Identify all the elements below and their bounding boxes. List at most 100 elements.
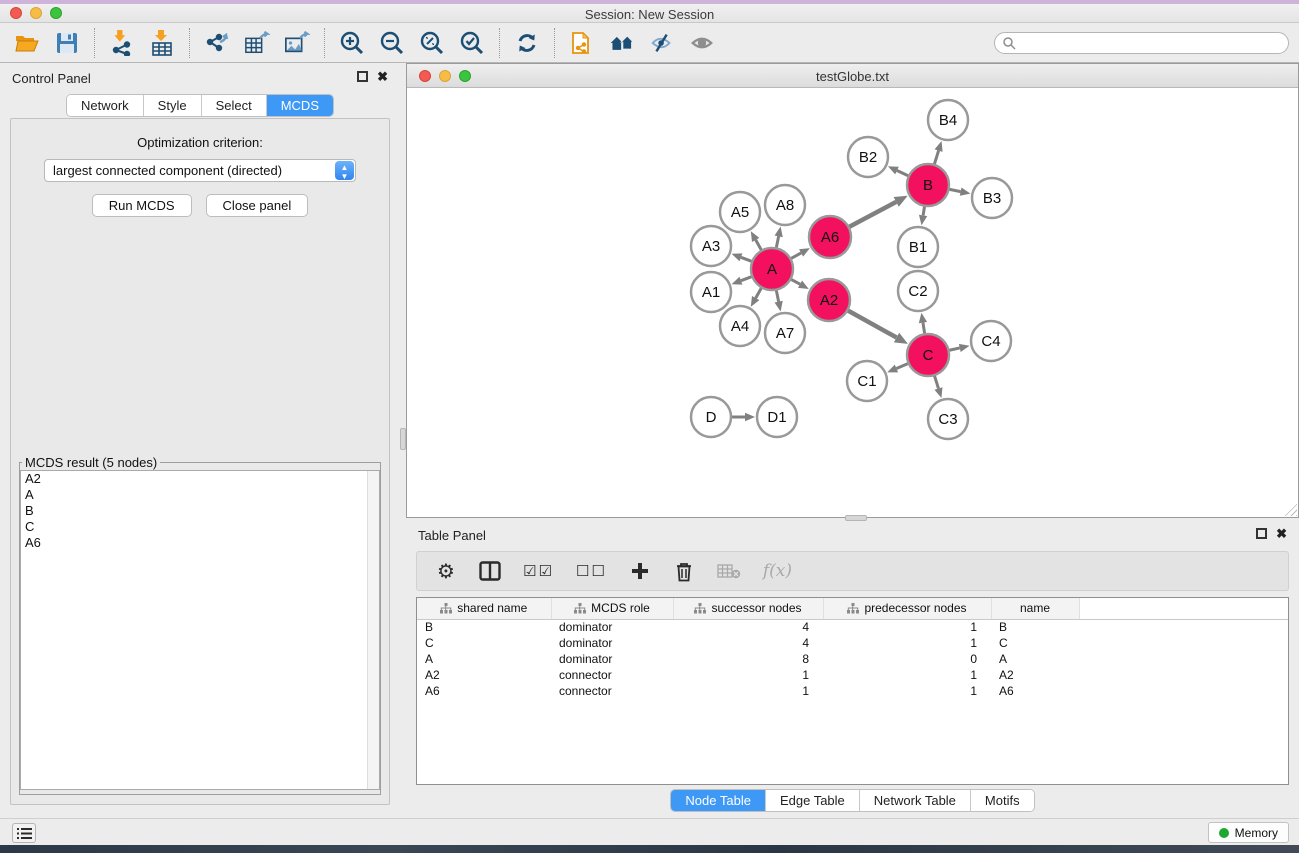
control-panel-title: Control Panel xyxy=(12,71,91,86)
table-cell[interactable]: A2 xyxy=(417,667,551,683)
table-cell[interactable]: 1 xyxy=(823,619,991,635)
column-header-shared-name[interactable]: shared name xyxy=(417,598,551,619)
function-builder-icon[interactable]: f(x) xyxy=(763,559,792,583)
tab-node-table[interactable]: Node Table xyxy=(671,790,766,811)
import-network-icon[interactable] xyxy=(109,30,135,56)
table-row[interactable]: Cdominator41C xyxy=(417,635,1288,651)
table-cell[interactable]: C xyxy=(991,635,1079,651)
refresh-icon[interactable] xyxy=(514,30,540,56)
result-item[interactable]: A2 xyxy=(21,471,379,487)
tab-network-table[interactable]: Network Table xyxy=(860,790,971,811)
show-columns-icon[interactable] xyxy=(479,559,501,583)
table-cell[interactable]: 4 xyxy=(673,619,823,635)
table-cell[interactable]: connector xyxy=(551,667,673,683)
node-label: A4 xyxy=(731,318,749,335)
delete-table-icon[interactable] xyxy=(717,559,741,583)
tab-select[interactable]: Select xyxy=(202,95,267,116)
close-panel-icon[interactable]: ✖ xyxy=(377,69,388,85)
table-row[interactable]: Adominator80A xyxy=(417,651,1288,667)
network-canvas[interactable]: B4B2BB3A5A8A6A3AB1A1C2A2A4A7CC4C1C3DD1 xyxy=(407,88,1298,517)
tab-edge-table[interactable]: Edge Table xyxy=(766,790,860,811)
table-cell[interactable]: A xyxy=(991,651,1079,667)
column-header-MCDS-role[interactable]: MCDS role xyxy=(551,598,673,619)
tab-mcds[interactable]: MCDS xyxy=(267,95,333,116)
table-cell[interactable]: A6 xyxy=(417,683,551,699)
tab-style[interactable]: Style xyxy=(144,95,202,116)
add-column-icon[interactable] xyxy=(629,559,651,583)
search-input[interactable] xyxy=(994,32,1289,54)
column-header-successor-nodes[interactable]: successor nodes xyxy=(673,598,823,619)
edge-A6-B[interactable] xyxy=(847,202,896,228)
table-cell[interactable]: B xyxy=(417,619,551,635)
zoom-in-icon[interactable] xyxy=(339,30,365,56)
table-cell[interactable]: A xyxy=(417,651,551,667)
edge-A2-C[interactable] xyxy=(846,309,897,337)
table-row[interactable]: A2connector11A2 xyxy=(417,667,1288,683)
table-panel-title: Table Panel xyxy=(418,528,486,543)
show-graphics-details-icon[interactable] xyxy=(689,30,715,56)
table-options-gear-icon[interactable]: ⚙ xyxy=(435,559,457,583)
float-panel-icon[interactable] xyxy=(357,71,368,82)
deselect-all-checks-icon[interactable]: ☐☐ xyxy=(576,559,607,583)
close-table-panel-icon[interactable]: ✖ xyxy=(1276,526,1287,542)
network-window-titlebar: testGlobe.txt xyxy=(407,64,1298,88)
float-table-panel-icon[interactable] xyxy=(1256,528,1267,539)
column-label: predecessor nodes xyxy=(864,601,966,615)
table-cell[interactable]: 8 xyxy=(673,651,823,667)
delete-columns-trash-icon[interactable] xyxy=(673,559,695,583)
table-cell[interactable]: 0 xyxy=(823,651,991,667)
zoom-out-icon[interactable] xyxy=(379,30,405,56)
result-scrollbar[interactable] xyxy=(367,471,379,789)
tab-network[interactable]: Network xyxy=(67,95,144,116)
node-table[interactable]: shared nameMCDS rolesuccessor nodes prede… xyxy=(416,597,1289,785)
table-row[interactable]: A6connector11A6 xyxy=(417,683,1288,699)
node-label: B4 xyxy=(939,112,957,129)
run-mcds-button[interactable]: Run MCDS xyxy=(92,194,192,217)
tab-motifs[interactable]: Motifs xyxy=(971,790,1034,811)
memory-button[interactable]: Memory xyxy=(1208,822,1289,843)
mcds-panel: Optimization criterion: largest connecte… xyxy=(10,118,390,805)
table-cell[interactable]: 1 xyxy=(673,667,823,683)
criterion-select[interactable]: largest connected component (directed) ▲… xyxy=(44,159,356,182)
node-label: A3 xyxy=(702,238,720,255)
search-icon xyxy=(1002,36,1016,55)
close-panel-button[interactable]: Close panel xyxy=(206,194,309,217)
table-cell[interactable]: A2 xyxy=(991,667,1079,683)
table-cell[interactable]: 1 xyxy=(673,683,823,699)
table-cell[interactable]: dominator xyxy=(551,619,673,635)
table-cell[interactable]: connector xyxy=(551,683,673,699)
import-table-icon[interactable] xyxy=(149,30,175,56)
table-cell[interactable]: 4 xyxy=(673,635,823,651)
table-cell[interactable]: 1 xyxy=(823,667,991,683)
chevron-updown-icon: ▲▼ xyxy=(335,161,354,180)
export-table-icon[interactable] xyxy=(244,30,270,56)
hide-graphics-details-icon[interactable] xyxy=(649,30,675,56)
new-network-icon[interactable] xyxy=(569,30,595,56)
table-cell[interactable]: A6 xyxy=(991,683,1079,699)
table-cell[interactable]: dominator xyxy=(551,651,673,667)
zoom-selected-icon[interactable] xyxy=(459,30,485,56)
column-header-predecessor-nodes[interactable]: predecessor nodes xyxy=(823,598,991,619)
table-cell[interactable]: dominator xyxy=(551,635,673,651)
export-image-icon[interactable] xyxy=(284,30,310,56)
task-history-icon[interactable] xyxy=(12,823,36,843)
arrowhead-icon xyxy=(775,227,783,238)
table-cell[interactable]: C xyxy=(417,635,551,651)
export-network-icon[interactable] xyxy=(204,30,230,56)
table-cell[interactable]: B xyxy=(991,619,1079,635)
zoom-fit-icon[interactable] xyxy=(419,30,445,56)
result-item[interactable]: B xyxy=(21,503,379,519)
table-cell[interactable]: 1 xyxy=(823,683,991,699)
table-cell[interactable]: 1 xyxy=(823,635,991,651)
result-item[interactable]: A6 xyxy=(21,535,379,551)
save-session-icon[interactable] xyxy=(54,30,80,56)
result-item[interactable]: C xyxy=(21,519,379,535)
home-icon[interactable] xyxy=(609,30,635,56)
select-all-checks-icon[interactable]: ☑☑ xyxy=(523,559,554,583)
mcds-result-list: A2ABCA6 xyxy=(20,470,380,790)
result-item[interactable]: A xyxy=(21,487,379,503)
table-row[interactable]: Bdominator41B xyxy=(417,619,1288,635)
column-header-name[interactable]: name xyxy=(991,598,1079,619)
open-file-icon[interactable] xyxy=(14,30,40,56)
arrowhead-icon xyxy=(775,301,783,312)
